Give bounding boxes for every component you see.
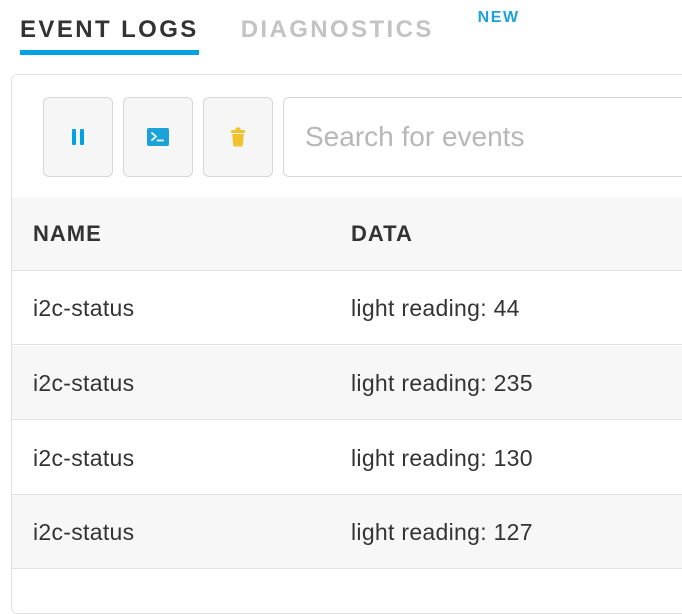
table-row[interactable]: i2c-status light reading: 130	[12, 421, 682, 495]
pause-icon	[72, 129, 84, 145]
table-header: NAME DATA	[12, 197, 682, 271]
tab-diagnostics[interactable]: DIAGNOSTICS NEW	[240, 10, 518, 46]
event-name: i2c-status	[33, 519, 135, 545]
toolbar	[12, 75, 682, 197]
trash-icon	[231, 127, 245, 147]
event-data: light reading: 127	[351, 519, 533, 545]
terminal-icon	[147, 128, 169, 146]
clear-button[interactable]	[203, 97, 273, 177]
tab-diagnostics-label: DIAGNOSTICS	[240, 16, 434, 43]
table-row-empty	[12, 570, 682, 613]
event-name: i2c-status	[33, 445, 135, 471]
event-name: i2c-status	[33, 370, 135, 396]
event-data: light reading: 44	[351, 295, 520, 321]
console-button[interactable]	[123, 97, 193, 177]
column-header-name[interactable]: NAME	[33, 197, 102, 271]
event-name: i2c-status	[33, 295, 135, 321]
search-input[interactable]	[283, 97, 682, 177]
tab-event-logs[interactable]: EVENT LOGS	[20, 14, 199, 55]
table-row[interactable]: i2c-status light reading: 235	[12, 346, 682, 420]
table-row[interactable]: i2c-status light reading: 127	[12, 495, 682, 569]
table-row[interactable]: i2c-status light reading: 44	[12, 271, 682, 345]
event-data: light reading: 130	[351, 445, 533, 471]
pause-button[interactable]	[43, 97, 113, 177]
new-badge: NEW	[477, 9, 520, 26]
event-data: light reading: 235	[351, 370, 533, 396]
column-header-data[interactable]: DATA	[351, 197, 413, 271]
event-log-panel: NAME DATA i2c-status light reading: 44 i…	[11, 74, 682, 614]
tab-bar: EVENT LOGS DIAGNOSTICS NEW	[20, 10, 518, 56]
